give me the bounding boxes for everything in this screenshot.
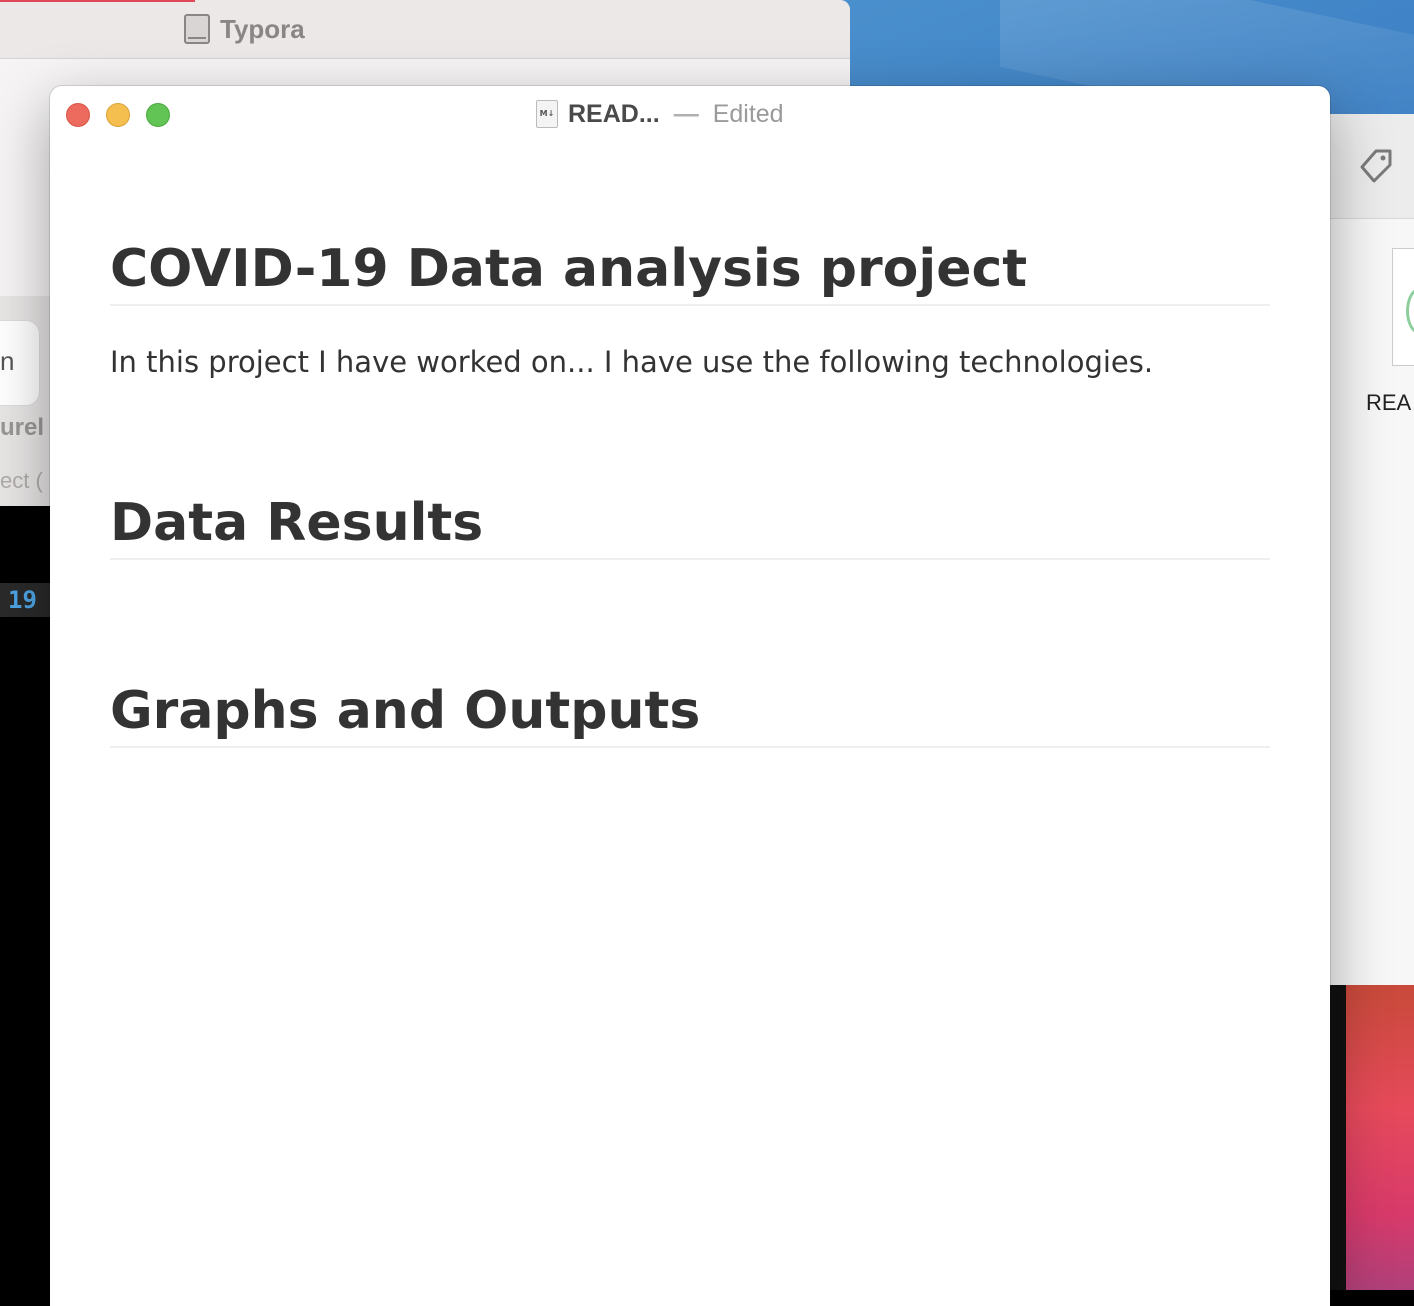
- heading-graphs-outputs[interactable]: Graphs and Outputs: [110, 678, 1270, 748]
- tag-icon[interactable]: [1356, 145, 1396, 185]
- typora-editor-window[interactable]: M↓ READ... — Edited COVID-19 Data analys…: [50, 86, 1330, 1306]
- title-separator: —: [673, 99, 699, 128]
- background-window-title: Typora: [184, 12, 305, 46]
- background-window-title-text: Typora: [220, 13, 305, 44]
- heading-data-results[interactable]: Data Results: [110, 490, 1270, 560]
- window-title: M↓ READ... — Edited: [536, 98, 784, 130]
- document-content[interactable]: COVID-19 Data analysis project In this p…: [110, 236, 1270, 748]
- window-titlebar[interactable]: M↓ READ... — Edited: [50, 86, 1330, 142]
- terminal-line-number: 19: [0, 583, 50, 617]
- drive-icon: [184, 14, 210, 44]
- minimize-button[interactable]: [106, 103, 130, 127]
- close-button[interactable]: [66, 103, 90, 127]
- terminal-window[interactable]: [0, 506, 50, 1290]
- edited-status: Edited: [712, 99, 784, 128]
- markdown-file-icon: M↓: [536, 100, 558, 128]
- file-label[interactable]: REA: [1366, 390, 1411, 416]
- wallpaper-bottom-edge: [1330, 985, 1346, 1290]
- background-fragment-top: n: [0, 346, 15, 376]
- background-fragment-bold: urel: [0, 414, 45, 441]
- background-titlebar[interactable]: Typora: [0, 0, 850, 59]
- background-fragment-light: ect (: [0, 468, 43, 493]
- maximize-button[interactable]: [146, 103, 170, 127]
- background-progress-line: [0, 0, 195, 2]
- intro-paragraph[interactable]: In this project I have worked on... I ha…: [110, 342, 1270, 382]
- document-name[interactable]: READ...: [568, 100, 660, 129]
- heading-project-title[interactable]: COVID-19 Data analysis project: [110, 236, 1270, 306]
